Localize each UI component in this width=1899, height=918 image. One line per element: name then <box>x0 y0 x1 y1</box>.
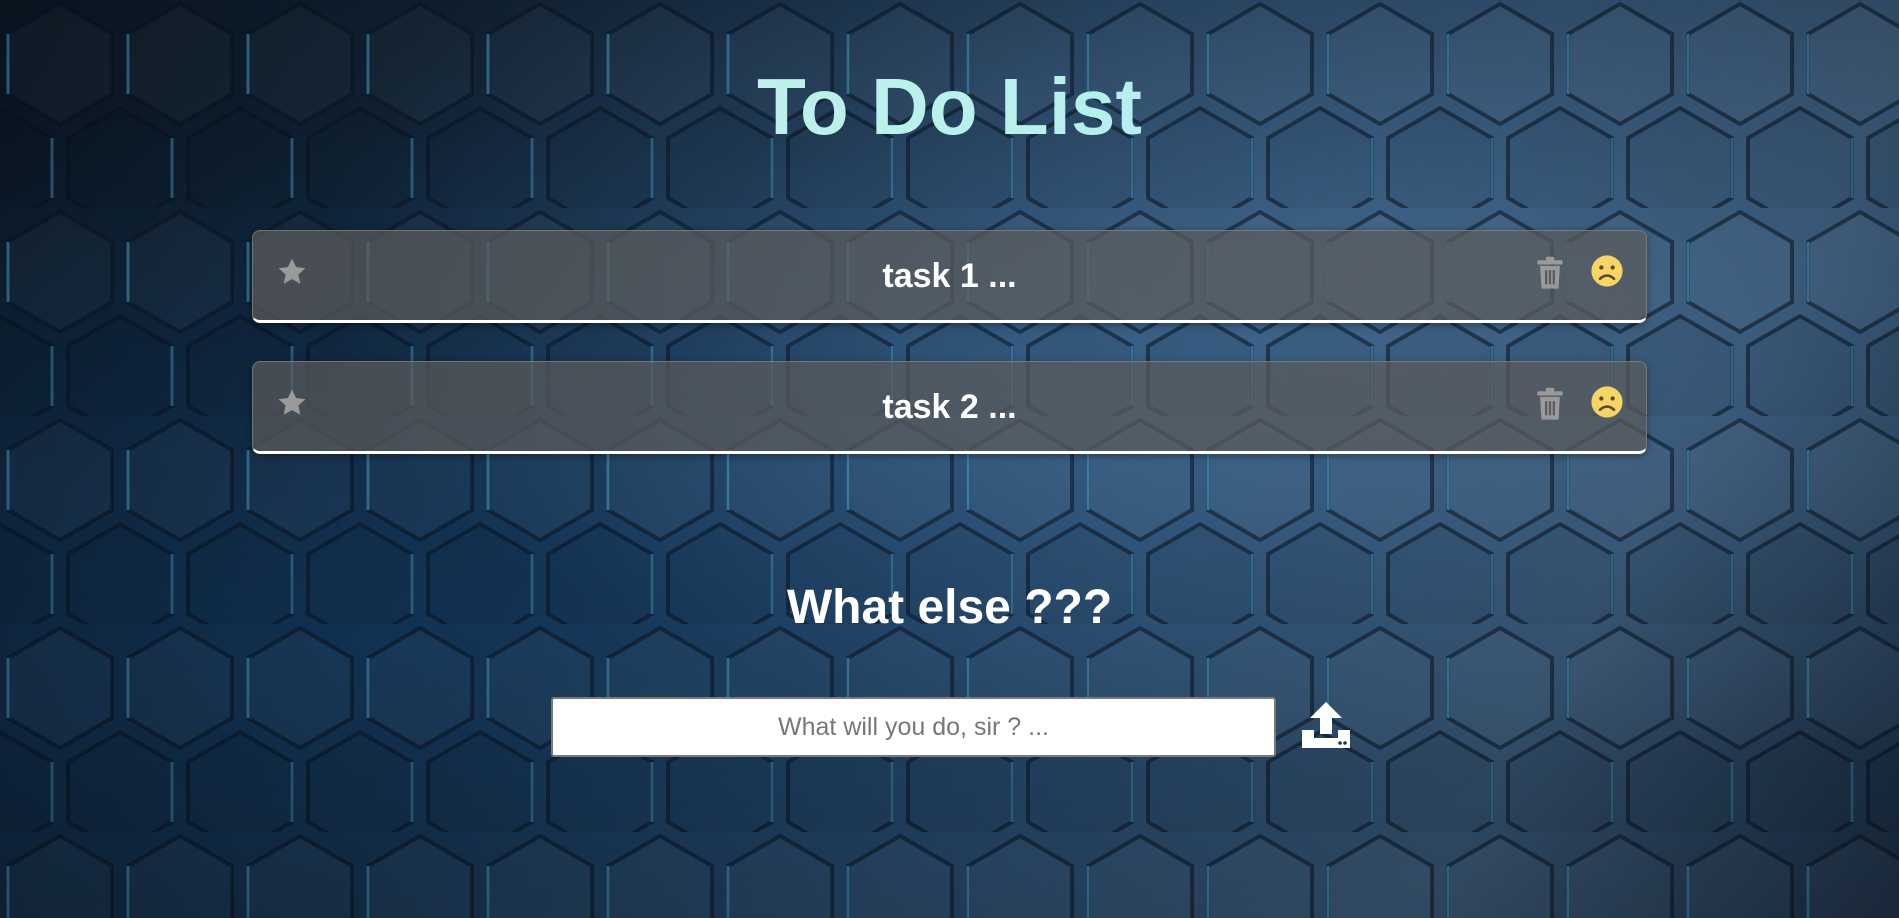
frown-face-icon[interactable] <box>1590 254 1624 288</box>
upload-icon[interactable] <box>1300 700 1352 750</box>
add-task-heading: What else ??? <box>786 581 1113 634</box>
new-task-form <box>551 697 1276 757</box>
trash-icon[interactable] <box>1535 256 1565 290</box>
new-task-input[interactable] <box>551 697 1276 757</box>
todo-app: To Do List task 1 ... task 2 ... What el… <box>0 0 1899 918</box>
page-title: To Do List <box>0 62 1899 152</box>
task-item[interactable]: task 2 ... <box>252 361 1647 454</box>
task-label: task 1 ... <box>882 257 1017 295</box>
trash-icon[interactable] <box>1535 387 1565 421</box>
task-label: task 2 ... <box>882 388 1017 426</box>
task-item[interactable]: task 1 ... <box>252 230 1647 323</box>
frown-face-icon[interactable] <box>1590 385 1624 419</box>
